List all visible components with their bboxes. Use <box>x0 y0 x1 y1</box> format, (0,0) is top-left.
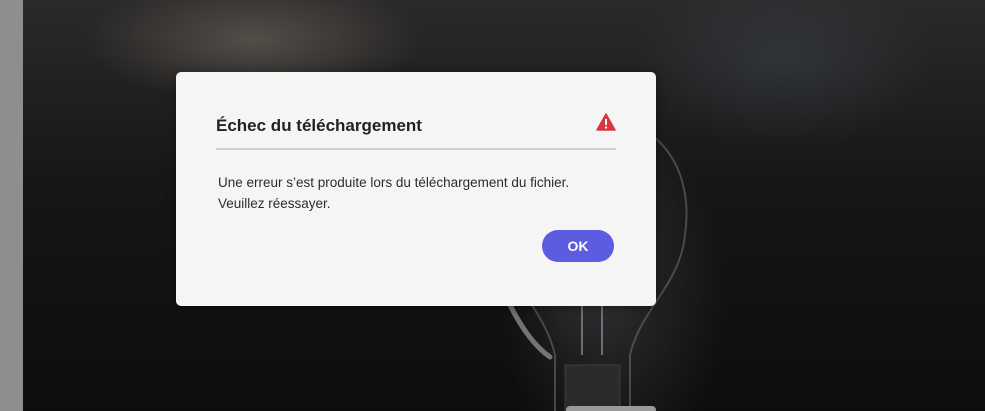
error-dialog: Échec du téléchargement Une erreur s’est… <box>176 72 656 306</box>
dialog-message: Une erreur s’est produite lors du téléch… <box>218 175 570 211</box>
left-gutter <box>0 0 23 411</box>
ok-button[interactable]: OK <box>542 230 614 262</box>
dialog-title: Échec du téléchargement <box>216 116 422 135</box>
alert-triangle-icon <box>596 113 616 131</box>
bottom-tab <box>566 406 656 411</box>
app-stage: Échec du téléchargement Une erreur s’est… <box>0 0 985 411</box>
dialog-header: Échec du téléchargement <box>216 112 616 150</box>
